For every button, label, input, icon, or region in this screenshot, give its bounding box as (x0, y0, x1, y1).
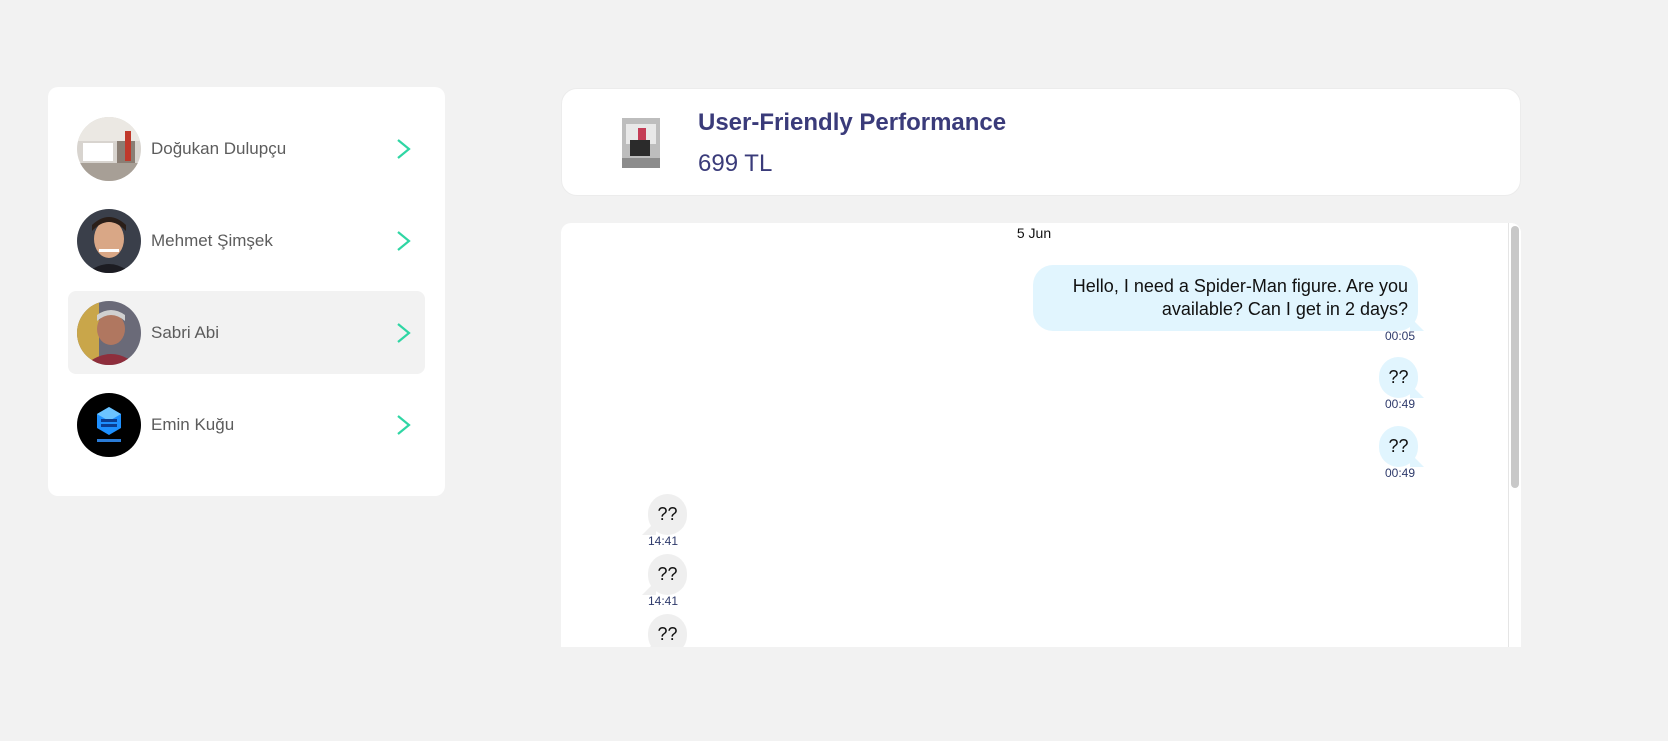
contact-item[interactable]: Emin Kuğu (68, 383, 425, 466)
message-bubble-out: ?? (1379, 357, 1418, 398)
message-bubble-in: ?? (648, 614, 687, 647)
contact-name: Doğukan Dulupçu (151, 138, 287, 158)
message-bubble-out: ?? (1379, 426, 1418, 467)
avatar (77, 392, 141, 457)
product-price: 699 TL (698, 150, 773, 177)
contact-list: Doğukan Dulupçu Mehmet Şimşek Sabri Abi … (48, 87, 445, 496)
message-bubble-in: ?? (648, 494, 687, 535)
scrollbar-thumb[interactable] (1511, 226, 1519, 488)
avatar (77, 300, 141, 365)
chat-date: 5 Jun (1016, 225, 1052, 241)
product-image[interactable] (622, 118, 660, 168)
product-card: User-Friendly Performance 699 TL (561, 88, 1521, 196)
chevron-right-icon[interactable] (393, 229, 415, 253)
message-time: 00:49 (1385, 466, 1416, 480)
chevron-right-icon[interactable] (393, 413, 415, 437)
chevron-right-icon[interactable] (393, 321, 415, 345)
message-time: 14:41 (648, 534, 679, 548)
contact-item-active[interactable]: Sabri Abi (68, 291, 425, 374)
message-bubble-in: ?? (648, 554, 687, 595)
product-title: User-Friendly Performance (698, 109, 1007, 136)
contact-name: Emin Kuğu (151, 414, 235, 434)
chat-panel: 5 Jun Hello, I need a Spider-Man figure.… (561, 223, 1521, 647)
message-time: 00:05 (1385, 329, 1416, 343)
message-time: 00:49 (1385, 397, 1416, 411)
chat-scrollbar[interactable] (1508, 223, 1521, 647)
contact-item[interactable]: Doğukan Dulupçu (68, 107, 425, 190)
avatar (77, 116, 141, 181)
contact-item[interactable]: Mehmet Şimşek (68, 199, 425, 282)
avatar (77, 208, 141, 273)
contact-name: Sabri Abi (151, 322, 220, 342)
message-time: 14:41 (648, 594, 679, 608)
message-bubble-out: Hello, I need a Spider-Man figure. Are y… (1033, 265, 1418, 331)
contact-name: Mehmet Şimşek (151, 230, 273, 250)
chevron-right-icon[interactable] (393, 137, 415, 161)
